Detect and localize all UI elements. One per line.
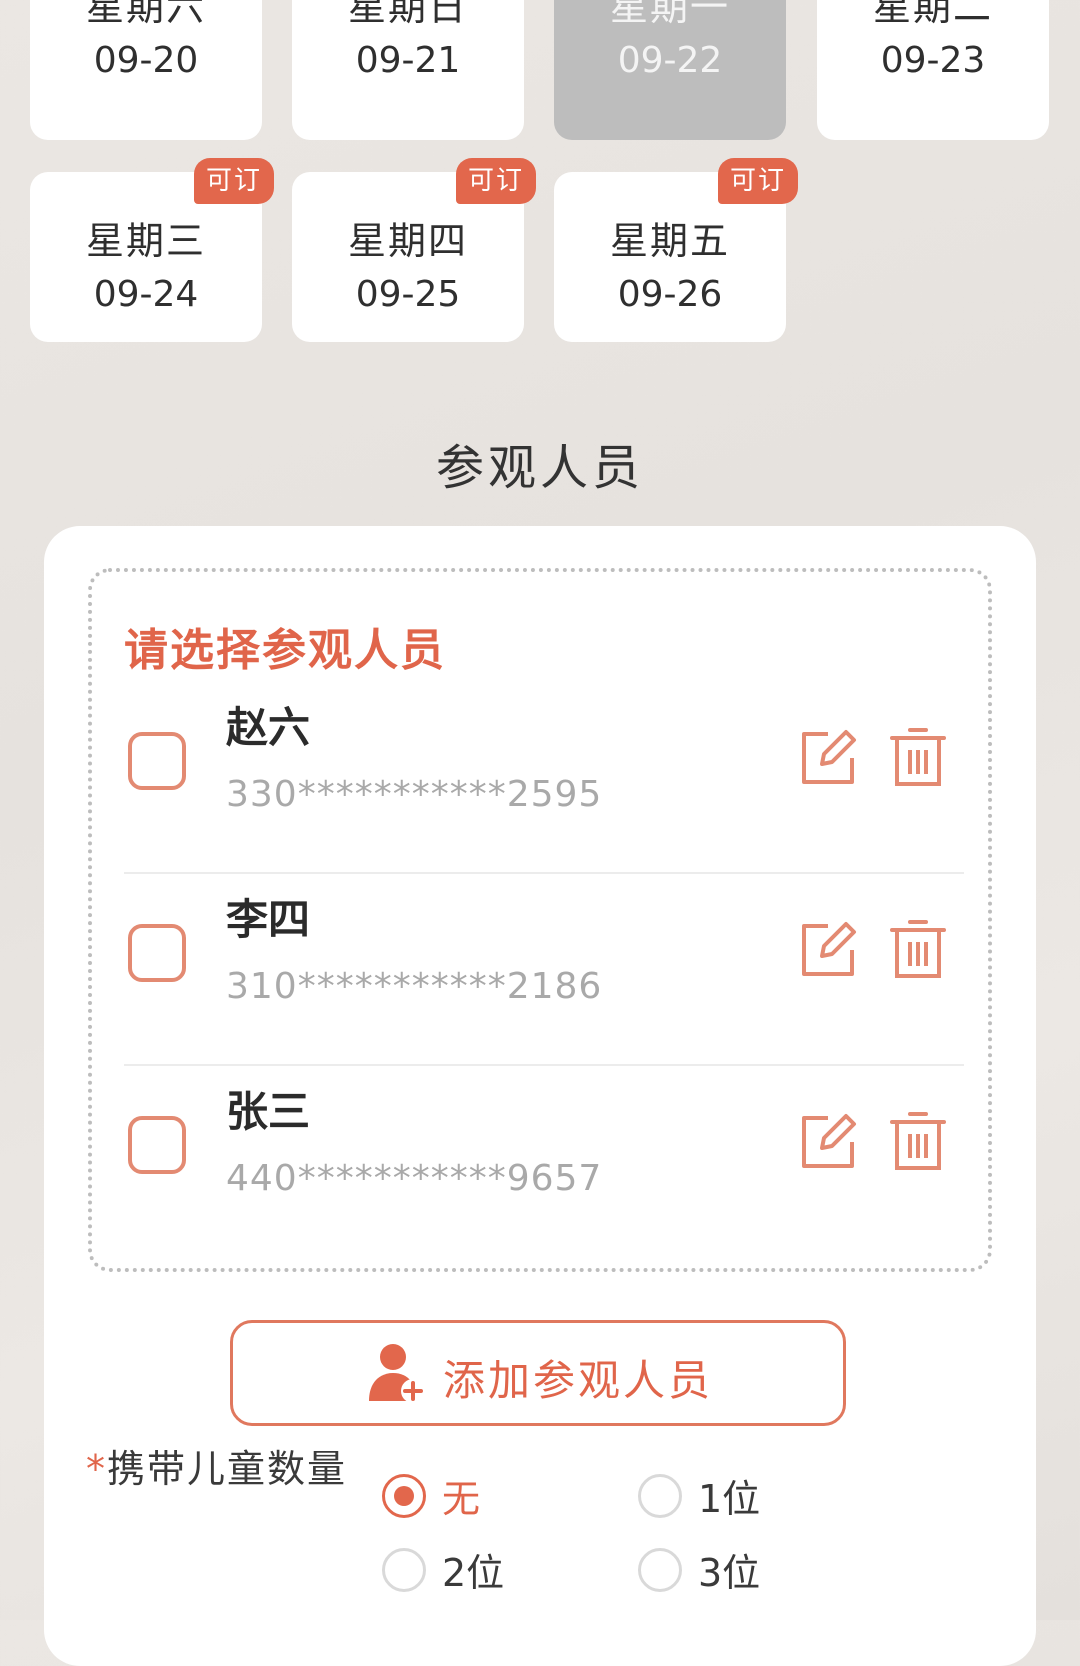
radio-label: 无 <box>442 1477 481 1521</box>
date-weekday: 星期四 <box>347 219 468 263</box>
children-count-label: *携带儿童数量 <box>86 1438 347 1493</box>
visitor-checkbox[interactable] <box>128 1116 186 1174</box>
date-value: 09-25 <box>355 274 461 315</box>
date-weekday: 星期六 <box>85 0 206 29</box>
date-value: 09-23 <box>880 40 986 81</box>
radio-circle[interactable] <box>638 1474 682 1518</box>
edit-icon[interactable] <box>798 920 858 980</box>
visitor-checkbox[interactable] <box>128 924 186 982</box>
visitor-row[interactable]: 李四 310***********2186 <box>124 874 964 1066</box>
trash-icon[interactable] <box>888 916 948 980</box>
select-visitors-heading: 请选择参观人员 <box>124 625 446 676</box>
radio-label: 1位 <box>698 1477 761 1521</box>
date-weekday: 星期二 <box>872 0 993 29</box>
date-card-0926[interactable]: 可订 星期五 09-26 <box>554 158 798 342</box>
date-value: 09-26 <box>617 274 723 315</box>
visitor-id-number: 440***********9657 <box>226 1158 603 1199</box>
date-card-0925[interactable]: 可订 星期四 09-25 <box>292 158 536 342</box>
trash-icon[interactable] <box>888 1108 948 1172</box>
visitor-id-number: 330***********2595 <box>226 774 603 815</box>
date-card-0924[interactable]: 可订 星期三 09-24 <box>30 158 274 342</box>
date-value: 09-22 <box>617 40 723 81</box>
date-card-0920[interactable]: 星期六 09-20 <box>30 0 262 140</box>
date-card-0922-selected[interactable]: 星期一 09-22 <box>554 0 786 140</box>
bookable-badge: 可订 <box>456 158 536 204</box>
visitor-row[interactable]: 张三 440***********9657 <box>124 1066 964 1258</box>
date-weekday: 星期一 <box>609 0 730 29</box>
date-value: 09-24 <box>93 274 199 315</box>
edit-icon[interactable] <box>798 1112 858 1172</box>
add-visitor-button[interactable]: 添加参观人员 <box>230 1320 846 1426</box>
date-value: 09-20 <box>93 40 199 81</box>
required-mark: * <box>86 1447 107 1491</box>
radio-label: 3位 <box>698 1551 761 1595</box>
radio-label: 2位 <box>442 1551 505 1595</box>
edit-icon[interactable] <box>798 728 858 788</box>
bookable-badge: 可订 <box>718 158 798 204</box>
date-card-0923[interactable]: 星期二 09-23 <box>817 0 1049 140</box>
radio-circle[interactable] <box>382 1548 426 1592</box>
date-weekday: 星期五 <box>609 219 730 263</box>
date-value: 09-21 <box>355 40 461 81</box>
visitor-name: 张三 <box>226 1087 311 1136</box>
date-weekday: 星期三 <box>85 219 206 263</box>
add-person-icon <box>369 1344 425 1403</box>
visitor-name: 李四 <box>226 895 311 944</box>
date-weekday: 星期日 <box>347 0 468 29</box>
visitor-select-box: 请选择参观人员 赵六 330***********2595 李四 310****… <box>88 568 992 1272</box>
date-card-0921[interactable]: 星期日 09-21 <box>292 0 524 140</box>
radio-circle[interactable] <box>382 1474 426 1518</box>
radio-circle[interactable] <box>638 1548 682 1592</box>
children-count-text: 携带儿童数量 <box>107 1447 348 1491</box>
visitor-checkbox[interactable] <box>128 732 186 790</box>
bookable-badge: 可订 <box>194 158 274 204</box>
trash-icon[interactable] <box>888 724 948 788</box>
visitor-id-number: 310***********2186 <box>226 966 603 1007</box>
visitor-row[interactable]: 赵六 330***********2595 <box>124 682 964 874</box>
visitor-name: 赵六 <box>226 703 311 752</box>
add-visitor-label: 添加参观人员 <box>443 1356 714 1405</box>
section-title-visitors: 参观人员 <box>435 440 644 496</box>
visitor-card: 请选择参观人员 赵六 330***********2595 李四 310****… <box>44 526 1036 1666</box>
